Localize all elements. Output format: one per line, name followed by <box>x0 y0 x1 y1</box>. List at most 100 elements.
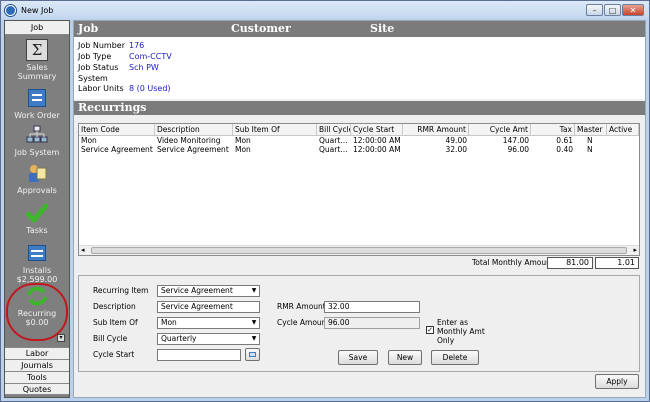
new-button[interactable]: New <box>388 350 422 365</box>
monthly-amount-checkbox[interactable]: ✓ <box>426 326 434 334</box>
cycle-amount-field: 96.00 <box>324 317 420 329</box>
chevron-down-icon[interactable]: ▼ <box>249 318 259 328</box>
cycle-start-input[interactable] <box>157 349 241 361</box>
horizontal-scrollbar[interactable]: ◂ ▸ <box>79 245 639 255</box>
minimize-button[interactable]: – <box>586 4 603 16</box>
job-info-panel: Job Number 176 Job Type Com-CCTV Job Sta… <box>74 37 645 99</box>
cell-bill-cycle: Quart… <box>319 145 348 154</box>
close-button[interactable]: ✕ <box>622 4 644 16</box>
cell-master: N <box>587 145 593 154</box>
sidebar-item-label: Job System <box>14 148 60 157</box>
monthly-amount-label: Enter as Monthly Amt Only <box>437 318 485 345</box>
scroll-left-icon[interactable]: ◂ <box>81 246 85 255</box>
sidebar-expand-icon[interactable]: ▾ <box>57 334 65 342</box>
chevron-down-icon[interactable]: ▼ <box>249 286 259 296</box>
calendar-icon[interactable] <box>245 348 260 361</box>
title-bar: New Job – □ ✕ <box>1 1 649 19</box>
form-icon <box>26 87 48 109</box>
checkmark-icon <box>26 202 48 224</box>
cell-sub-item-of: Mon <box>235 136 251 145</box>
sidebar-header-job[interactable]: Job <box>5 21 69 35</box>
scroll-right-icon[interactable]: ▸ <box>633 246 637 255</box>
sidebar: Job Σ Sales Summary Work Order Job Syste… <box>4 20 70 398</box>
cell-description: Video Monitoring <box>157 136 221 145</box>
scrollbar-thumb[interactable] <box>91 247 627 254</box>
sub-item-label: Sub Item Of <box>93 318 138 327</box>
cell-tax: 0.61 <box>556 136 573 145</box>
window-title: New Job <box>21 5 54 15</box>
cell-master: N <box>587 136 593 145</box>
total-monthly-tax: 1.01 <box>595 257 639 269</box>
bill-cycle-value: Quarterly <box>161 334 197 343</box>
save-button[interactable]: Save <box>338 350 378 365</box>
apply-button[interactable]: Apply <box>595 374 639 389</box>
sub-item-select[interactable]: Mon ▼ <box>157 317 260 329</box>
list-icon <box>26 242 48 264</box>
labor-units-value: 8 (0 Used) <box>129 84 171 93</box>
cell-cycle-amt: 96.00 <box>507 145 529 154</box>
system-label: System <box>78 74 108 83</box>
rmr-amount-input[interactable]: 32.00 <box>324 301 420 313</box>
sidebar-item-work-order[interactable]: Work Order <box>5 87 69 120</box>
col-description[interactable]: Description <box>155 124 233 136</box>
cell-item-code: Service Agreement <box>81 145 153 154</box>
cell-cycle-start: 12:00:00 AM <box>353 136 401 145</box>
window-controls: – □ ✕ <box>586 4 644 16</box>
col-cycle-amt[interactable]: Cycle Amt <box>469 124 531 136</box>
recycle-icon <box>26 285 48 307</box>
sidebar-item-label: Work Order <box>14 111 60 120</box>
recurrings-title: Recurrings <box>74 101 645 115</box>
col-cycle-start[interactable]: Cycle Start <box>351 124 403 136</box>
cell-rmr-amount: 49.00 <box>445 136 467 145</box>
recurring-item-select[interactable]: Service Agreement ▼ <box>157 285 260 297</box>
sidebar-section-quotes[interactable]: Quotes <box>5 383 69 395</box>
recurring-item-label: Recurring Item <box>93 286 149 295</box>
job-type-label: Job Type <box>78 52 112 61</box>
site-header-label: Site <box>370 22 395 35</box>
sidebar-item-approvals[interactable]: Approvals <box>5 162 69 195</box>
sidebar-item-label: Tasks <box>26 226 48 235</box>
col-tax[interactable]: Tax <box>531 124 575 136</box>
delete-button[interactable]: Delete <box>431 350 479 365</box>
description-label: Description <box>93 302 136 311</box>
col-sub-item-of[interactable]: Sub Item Of <box>233 124 317 136</box>
col-active[interactable]: Active <box>607 124 639 136</box>
sidebar-section-labor[interactable]: Labor <box>5 347 69 359</box>
sidebar-item-label: Approvals <box>17 186 57 195</box>
sidebar-item-tasks[interactable]: Tasks <box>5 202 69 235</box>
rmr-amount-label: RMR Amount <box>277 302 326 311</box>
cell-description: Service Agreement <box>157 145 229 154</box>
chevron-down-icon[interactable]: ▼ <box>249 334 259 344</box>
sidebar-item-label: Installs <box>22 266 52 275</box>
cycle-amount-label: Cycle Amount <box>277 318 330 327</box>
sidebar-item-recurring[interactable]: Recurring $0.00 <box>5 285 69 327</box>
bill-cycle-select[interactable]: Quarterly ▼ <box>157 333 260 345</box>
sidebar-item-job-system[interactable]: Job System <box>5 124 69 157</box>
main-panel: Job Customer Site Job Number 176 Job Typ… <box>73 20 646 398</box>
cell-item-code: Mon <box>81 136 97 145</box>
col-bill-cycle[interactable]: Bill Cycle <box>317 124 351 136</box>
job-status-label: Job Status <box>78 63 119 72</box>
col-rmr-amount[interactable]: RMR Amount <box>403 124 469 136</box>
recurrings-grid[interactable]: Item Code Description Sub Item Of Bill C… <box>78 123 640 256</box>
cell-rmr-amount: 32.00 <box>445 145 467 154</box>
sidebar-section-journals[interactable]: Journals <box>5 359 69 371</box>
sidebar-section-tools[interactable]: Tools <box>5 371 69 383</box>
app-icon <box>5 4 16 16</box>
maximize-button[interactable]: □ <box>604 4 621 16</box>
sub-item-value: Mon <box>161 318 177 327</box>
description-input[interactable]: Service Agreement <box>157 301 260 313</box>
col-master[interactable]: Master <box>575 124 607 136</box>
job-status-value: Sch PW <box>129 63 159 72</box>
sidebar-item-installs[interactable]: Installs $2,599.00 <box>5 242 69 284</box>
col-item-code[interactable]: Item Code <box>79 124 155 136</box>
job-number-value: 176 <box>129 41 145 50</box>
job-type-value: Com-CCTV <box>129 52 172 61</box>
network-icon <box>26 124 48 146</box>
sidebar-item-sales-summary[interactable]: Σ Sales Summary <box>5 39 69 81</box>
labor-units-label: Labor Units <box>78 84 124 93</box>
sidebar-item-label: Recurring <box>17 309 57 318</box>
bill-cycle-label: Bill Cycle <box>93 334 128 343</box>
sidebar-item-label: Sales Summary <box>17 63 57 81</box>
cycle-start-label: Cycle Start <box>93 350 135 359</box>
